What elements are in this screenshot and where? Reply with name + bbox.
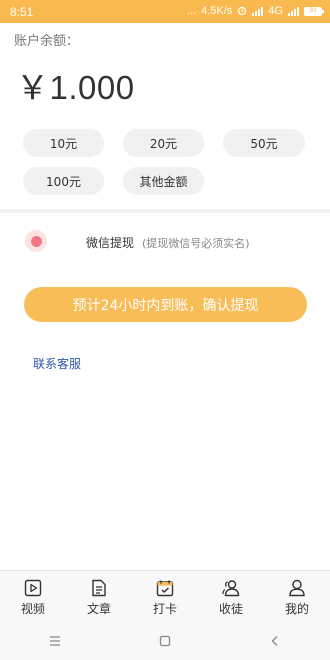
nav-video-label: 视频 bbox=[20, 602, 45, 616]
calendar-check-icon bbox=[156, 580, 174, 597]
amount-option-100[interactable]: 100元 bbox=[23, 167, 104, 195]
nav-checkin-label: 打卡 bbox=[152, 602, 177, 616]
balance-amount: ￥1.000 bbox=[16, 69, 135, 106]
nav-apprentice-label: 收徒 bbox=[218, 602, 243, 616]
nav-checkin[interactable]: 打卡 bbox=[132, 571, 198, 622]
signal-icon bbox=[252, 6, 264, 16]
withdraw-method-wechat[interactable]: 微信提现 (提现微信号必须实名) bbox=[0, 226, 330, 256]
confirm-withdraw-button[interactable]: 预计24小时内到账，确认提现 bbox=[24, 287, 307, 322]
home-square-icon bbox=[159, 635, 171, 647]
system-nav-bar bbox=[0, 622, 330, 660]
net-speed: 4.5K/s bbox=[201, 5, 233, 17]
bottom-nav: 视频 文章 打卡 收徒 我的 bbox=[0, 570, 330, 622]
alarm-icon bbox=[238, 6, 247, 16]
status-indicators: ... 4.5K/s 4G 33 bbox=[186, 5, 324, 17]
notification-dots: ... bbox=[186, 5, 197, 17]
amount-option-other[interactable]: 其他金额 bbox=[123, 167, 204, 195]
status-bar: 8:51 ... 4.5K/s 4G 33 bbox=[0, 0, 330, 23]
signal-icon-2 bbox=[288, 6, 299, 16]
back-chevron-icon bbox=[271, 636, 278, 646]
nav-apprentice[interactable]: 收徒 bbox=[198, 571, 264, 622]
wechat-radio[interactable] bbox=[25, 230, 47, 252]
nav-mine-label: 我的 bbox=[284, 602, 309, 616]
article-icon bbox=[92, 579, 106, 597]
balance-label: 账户余额： bbox=[14, 34, 80, 49]
battery-icon: 33 bbox=[304, 6, 324, 16]
status-time: 8:51 bbox=[10, 5, 34, 19]
amount-option-10[interactable]: 10元 bbox=[23, 129, 104, 157]
nav-article[interactable]: 文章 bbox=[66, 571, 132, 622]
nav-video[interactable]: 视频 bbox=[0, 571, 66, 622]
back-button[interactable] bbox=[255, 626, 295, 656]
user-icon bbox=[289, 579, 305, 597]
section-divider bbox=[0, 209, 330, 213]
wechat-withdraw-label: 微信提现 bbox=[86, 236, 135, 250]
video-icon bbox=[24, 579, 42, 597]
menu-icon bbox=[50, 636, 60, 646]
radio-selected-dot bbox=[30, 235, 42, 247]
amount-option-50[interactable]: 50元 bbox=[223, 129, 305, 157]
nav-mine[interactable]: 我的 bbox=[264, 571, 330, 622]
nav-article-label: 文章 bbox=[86, 602, 111, 616]
contact-service-link[interactable]: 联系客服 bbox=[33, 355, 81, 372]
amount-option-20[interactable]: 20元 bbox=[123, 129, 204, 157]
home-button[interactable] bbox=[145, 626, 185, 656]
network-type: 4G bbox=[268, 5, 283, 17]
users-icon bbox=[222, 580, 240, 597]
wechat-withdraw-note: (提现微信号必须实名) bbox=[142, 237, 250, 250]
menu-button[interactable] bbox=[35, 626, 75, 656]
